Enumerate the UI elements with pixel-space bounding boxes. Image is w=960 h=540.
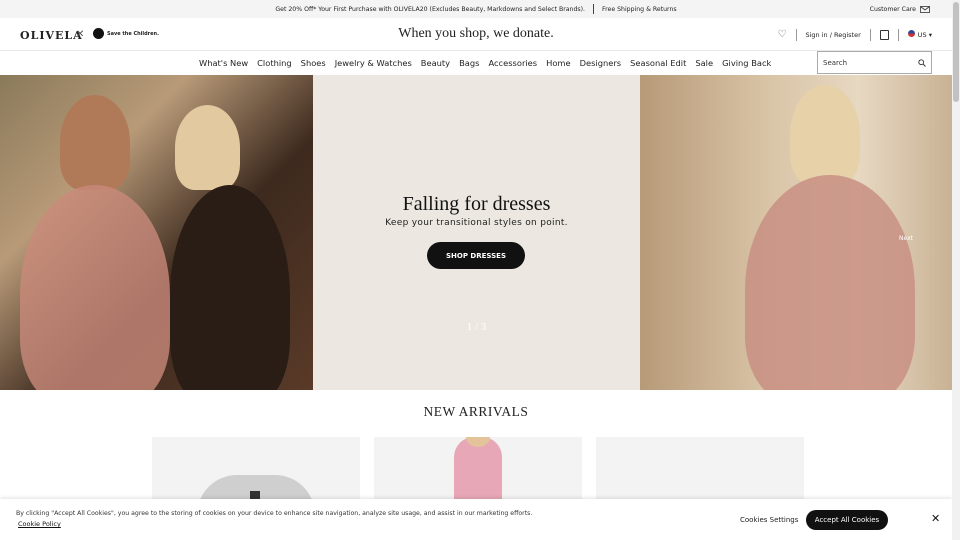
nav-item-beauty[interactable]: Beauty: [421, 58, 450, 68]
page-scrollbar[interactable]: [952, 0, 960, 540]
nav-item-sale[interactable]: Sale: [695, 58, 713, 68]
site-header: OLIVELA ✕ Save the Children. When you sh…: [0, 18, 952, 51]
nav-item-designers[interactable]: Designers: [580, 58, 622, 68]
nav-item-whats-new[interactable]: What's New: [199, 58, 248, 68]
promo-shipping-text[interactable]: Free Shipping & Returns: [602, 6, 677, 13]
promo-bar: Get 20% Off* Your First Purchase with OL…: [0, 0, 952, 18]
hero-subtitle: Keep your transitional styles on point.: [385, 218, 568, 228]
nav-item-giving-back[interactable]: Giving Back: [722, 58, 771, 68]
hero-title: Falling for dresses: [402, 193, 551, 215]
promo-divider: [593, 4, 595, 14]
product-image: [250, 491, 260, 499]
hero-image-right: [640, 75, 952, 390]
us-flag-icon: [907, 30, 915, 37]
nav-item-seasonal-edit[interactable]: Seasonal Edit: [630, 58, 686, 68]
main-navigation: What's New Clothing Shoes Jewelry & Watc…: [0, 51, 952, 75]
nav-item-clothing[interactable]: Clothing: [257, 58, 292, 68]
hero-carousel: Falling for dresses Keep your transition…: [0, 75, 952, 390]
cookie-settings-button[interactable]: Cookies Settings: [740, 516, 798, 524]
header-divider: [795, 28, 797, 41]
cookie-banner: By clicking "Accept All Cookies", you ag…: [0, 499, 952, 540]
slide-counter: 1 / 3: [466, 321, 487, 333]
header-divider: [869, 28, 871, 41]
nav-item-accessories[interactable]: Accessories: [488, 58, 537, 68]
country-label: US: [917, 31, 927, 39]
header-divider: [897, 28, 899, 41]
cookie-policy-link[interactable]: Cookie Policy: [18, 520, 61, 528]
nav-item-shoes[interactable]: Shoes: [301, 58, 326, 68]
promo-offer-text[interactable]: Get 20% Off* Your First Purchase with OL…: [275, 6, 585, 13]
nav-item-bags[interactable]: Bags: [459, 58, 479, 68]
accept-cookies-button[interactable]: Accept All Cookies: [806, 510, 888, 530]
next-slide-button[interactable]: Next: [899, 235, 913, 242]
new-arrivals-heading: NEW ARRIVALS: [423, 404, 529, 419]
search-icon[interactable]: [918, 58, 926, 67]
chevron-down-icon: ▾: [928, 31, 932, 39]
customer-care-link[interactable]: Customer Care: [870, 0, 930, 18]
sign-in-link[interactable]: Sign in / Register: [806, 31, 861, 39]
search-input[interactable]: Search: [817, 51, 932, 74]
mail-icon: [920, 5, 930, 13]
customer-care-label: Customer Care: [869, 5, 916, 13]
cookie-message: By clicking "Accept All Cookies", you ag…: [16, 510, 533, 517]
nav-item-home[interactable]: Home: [546, 58, 571, 68]
shopping-bag-icon[interactable]: [879, 29, 889, 40]
hero-center-panel: [313, 75, 640, 390]
country-selector[interactable]: US ▾: [907, 30, 932, 39]
search-placeholder: Search: [823, 58, 848, 67]
heart-icon[interactable]: ♡: [778, 29, 787, 40]
close-icon[interactable]: ✕: [931, 512, 940, 525]
hero-image-left: [0, 75, 313, 390]
scrollbar-thumb[interactable]: [953, 2, 959, 102]
nav-item-jewelry-watches[interactable]: Jewelry & Watches: [335, 58, 412, 68]
header-actions: ♡ Sign in / Register US ▾: [778, 18, 932, 51]
shop-dresses-button[interactable]: SHOP DRESSES: [427, 242, 525, 269]
